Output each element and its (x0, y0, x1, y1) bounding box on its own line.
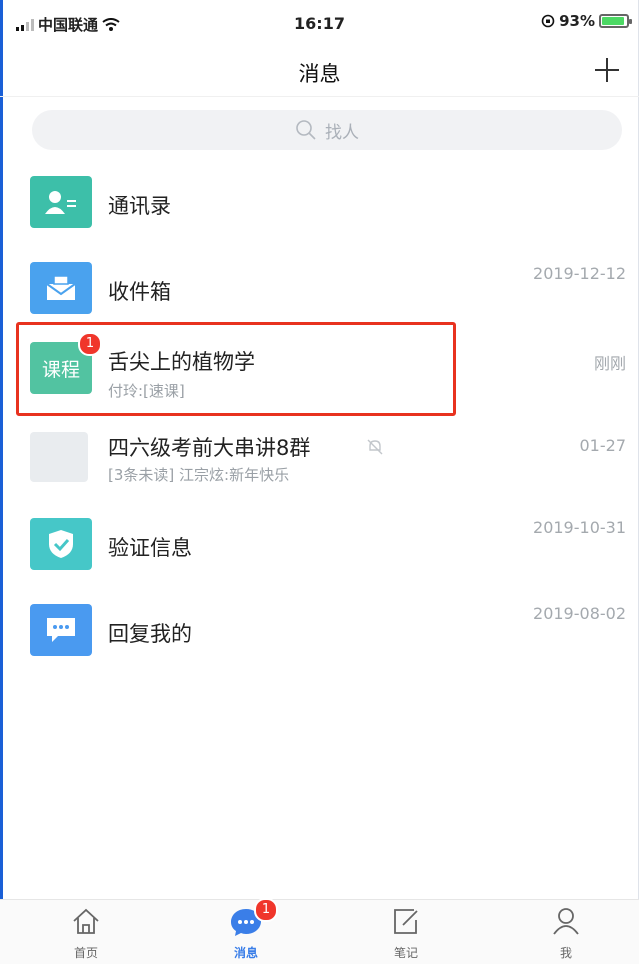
row-time: 2019-08-02 (533, 604, 626, 623)
row-title: 通讯录 (108, 194, 171, 218)
tab-label: 消息 (233, 946, 258, 960)
tab-bar: 首页 1 消息 笔记 我 (0, 898, 639, 964)
row-time: 2019-12-12 (533, 264, 626, 283)
highlight-box (16, 322, 456, 416)
search-icon (296, 120, 316, 140)
nav-bar: 消息 (0, 46, 639, 97)
list-item-contacts[interactable]: 通讯录 (14, 164, 626, 244)
row-time: 2019-10-31 (533, 518, 626, 537)
group-avatar (30, 432, 88, 482)
tab-label: 首页 (73, 946, 98, 960)
tab-badge: 1 (254, 898, 278, 922)
page-title: 消息 (298, 62, 341, 86)
status-right: 93% (541, 12, 632, 30)
home-icon (73, 908, 99, 934)
list-item-inbox[interactable]: 收件箱 2019-12-12 (14, 250, 626, 330)
row-time: 刚刚 (593, 354, 626, 373)
tab-notes[interactable]: 笔记 (366, 904, 446, 960)
row-title: 四六级考前大串讲8群 (108, 436, 311, 460)
tab-messages[interactable]: 1 消息 (206, 898, 286, 960)
tab-me[interactable]: 我 (526, 904, 606, 960)
row-title: 验证信息 (108, 536, 192, 560)
shield-check-icon (30, 518, 92, 570)
list-item-replies[interactable]: 回复我的 2019-08-02 (14, 590, 626, 670)
tab-home[interactable]: 首页 (46, 904, 126, 960)
orientation-lock-icon (541, 14, 555, 28)
row-time: 01-27 (579, 436, 627, 455)
search-placeholder: 找人 (325, 122, 359, 143)
row-title: 收件箱 (108, 280, 171, 304)
list-item-verification[interactable]: 验证信息 2019-10-31 (14, 504, 626, 584)
battery-icon (599, 14, 632, 28)
add-button[interactable] (589, 52, 625, 88)
contacts-icon (30, 176, 92, 228)
search-input[interactable]: 找人 (32, 110, 622, 150)
row-title: 回复我的 (108, 622, 192, 646)
list-item-group[interactable]: 四六级考前大串讲8群 [3条未读] 江宗炫:新年快乐 01-27 (14, 420, 626, 500)
profile-icon (553, 908, 579, 935)
mute-icon (367, 439, 383, 455)
tab-label: 我 (559, 946, 572, 960)
note-icon (394, 909, 418, 934)
inbox-icon (30, 262, 92, 314)
tab-label: 笔记 (393, 946, 418, 960)
row-subtitle: [3条未读] 江宗炫:新年快乐 (108, 466, 290, 484)
chat-bubble-icon (30, 604, 92, 656)
battery-percent: 93% (559, 12, 595, 30)
status-bar: 中国联通 16:17 93% (0, 0, 639, 46)
